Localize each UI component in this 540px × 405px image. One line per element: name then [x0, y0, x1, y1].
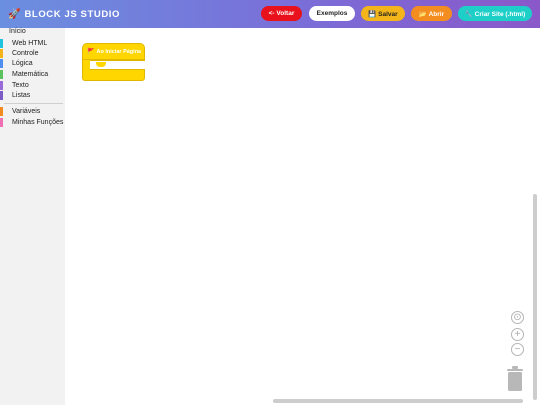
blocks-workspace[interactable]: [65, 28, 540, 405]
category-controle[interactable]: Controle: [0, 48, 38, 58]
category-label: Web HTML: [12, 39, 48, 47]
create-site-button[interactable]: 🔧 Criar Site (.html): [458, 6, 532, 21]
flag-icon: 🚩: [87, 49, 95, 55]
category-label: Minhas Funções: [12, 118, 64, 126]
category-color-bar: [0, 69, 3, 79]
block-header: 🚩 Ao Iniciar Página: [82, 43, 145, 60]
open-button[interactable]: 📂 Abrir: [411, 6, 452, 21]
rocket-icon: 🚀: [8, 8, 21, 20]
category-texto[interactable]: Texto: [0, 80, 29, 90]
block-side: [82, 60, 90, 70]
category-logica[interactable]: Lógica: [0, 58, 33, 68]
category-color-bar: [0, 90, 3, 100]
category-web-html[interactable]: Web HTML: [0, 38, 47, 48]
zoom-in-button[interactable]: +: [511, 328, 524, 341]
category-variaveis[interactable]: Variáveis: [0, 106, 40, 116]
on-page-start-block[interactable]: 🚩 Ao Iniciar Página: [82, 43, 145, 81]
brand: 🚀 BLOCK JS STUDIO: [8, 9, 120, 20]
category-label: Matemática: [12, 70, 49, 78]
toolbox-separator: [4, 103, 63, 104]
save-button[interactable]: 💾 Salvar: [361, 6, 405, 21]
category-color-bar: [0, 117, 3, 127]
category-color-bar: [0, 48, 3, 58]
category-label: Controle: [12, 49, 39, 57]
examples-button[interactable]: Exemplos: [309, 6, 355, 21]
category-label: Lógica: [12, 59, 33, 67]
category-color-bar: [0, 58, 3, 68]
category-listas[interactable]: Listas: [0, 90, 30, 100]
app-title: BLOCK JS STUDIO: [24, 8, 121, 20]
category-label: Texto: [12, 81, 29, 89]
toolbox: Início Web HTML Controle Lógica Matemáti…: [0, 28, 65, 405]
vertical-scrollbar[interactable]: [533, 194, 537, 400]
block-label: Ao Iniciar Página: [96, 48, 142, 55]
category-color-bar: [0, 38, 3, 48]
category-matematica[interactable]: Matemática: [0, 69, 48, 79]
zoom-reset-button[interactable]: ⊙: [511, 311, 524, 324]
category-color-bar: [0, 80, 3, 90]
category-label: Listas: [12, 91, 31, 99]
trash-icon[interactable]: [506, 366, 524, 391]
category-color-bar: [0, 106, 3, 116]
horizontal-scrollbar[interactable]: [273, 399, 523, 403]
category-label: Variáveis: [12, 107, 41, 115]
block-footer: [82, 70, 145, 81]
category-minhas-funcoes[interactable]: Minhas Funções: [0, 117, 63, 127]
zoom-out-button[interactable]: −: [511, 343, 524, 356]
top-bar: 🚀 BLOCK JS STUDIO <- Voltar Exemplos 💾 S…: [0, 0, 540, 28]
toolbox-start-label[interactable]: Início: [9, 28, 26, 35]
back-button[interactable]: <- Voltar: [261, 6, 302, 21]
